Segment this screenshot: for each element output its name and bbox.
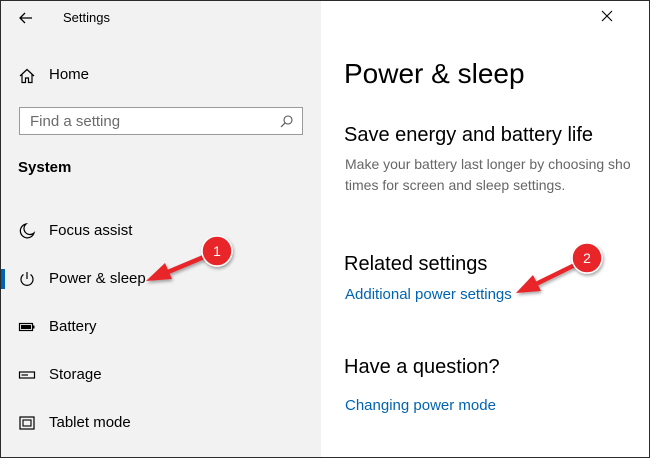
save-energy-description: Make your battery last longer by choosin… [345, 154, 631, 196]
sidebar-item-focus-assist[interactable]: Focus assist [1, 213, 321, 249]
sidebar-item-label: Battery [49, 318, 97, 335]
storage-icon [18, 371, 36, 379]
moon-icon [19, 222, 36, 239]
back-arrow-icon [19, 12, 32, 24]
section-title: System [18, 159, 72, 176]
tablet-mode-icon [19, 416, 35, 430]
sidebar-item-home[interactable]: Home [1, 61, 321, 89]
sidebar-item-label: Storage [49, 366, 102, 383]
home-icon [19, 68, 35, 84]
power-icon [20, 272, 34, 286]
search-icon [280, 115, 293, 128]
sidebar-item-battery[interactable]: Battery [1, 309, 321, 345]
description-line: times for screen and sleep settings. [345, 177, 566, 193]
back-button[interactable] [15, 7, 37, 29]
sidebar-item-label: Tablet mode [49, 414, 131, 431]
page-title: Power & sleep [344, 58, 525, 89]
sidebar-item-power-sleep[interactable]: Power & sleep [1, 261, 321, 297]
battery-icon [18, 322, 35, 332]
sidebar-item-label: Home [49, 66, 90, 83]
related-settings-heading: Related settings [344, 253, 488, 275]
sidebar-item-storage[interactable]: Storage [1, 357, 321, 393]
sidebar: Settings Home Find a setting System Focu… [1, 1, 321, 457]
window-title: Settings [63, 10, 110, 25]
active-indicator [1, 269, 5, 289]
sidebar-item-tablet-mode[interactable]: Tablet mode [1, 405, 321, 441]
search-placeholder: Find a setting [30, 113, 121, 130]
save-energy-heading: Save energy and battery life [344, 124, 594, 146]
have-a-question-heading: Have a question? [344, 356, 500, 378]
sidebar-item-label: Focus assist [49, 222, 133, 239]
search-input[interactable]: Find a setting [19, 107, 303, 135]
changing-power-mode-link[interactable]: Changing power mode [345, 397, 496, 414]
sidebar-item-label: Power & sleep [49, 270, 146, 287]
close-icon[interactable] [600, 9, 614, 23]
description-line: Make your battery last longer by choosin… [345, 156, 631, 172]
additional-power-settings-link[interactable]: Additional power settings [345, 286, 512, 303]
main-content: Power & sleep Save energy and battery li… [322, 1, 649, 457]
settings-window: Settings Home Find a setting System Focu… [0, 0, 650, 458]
